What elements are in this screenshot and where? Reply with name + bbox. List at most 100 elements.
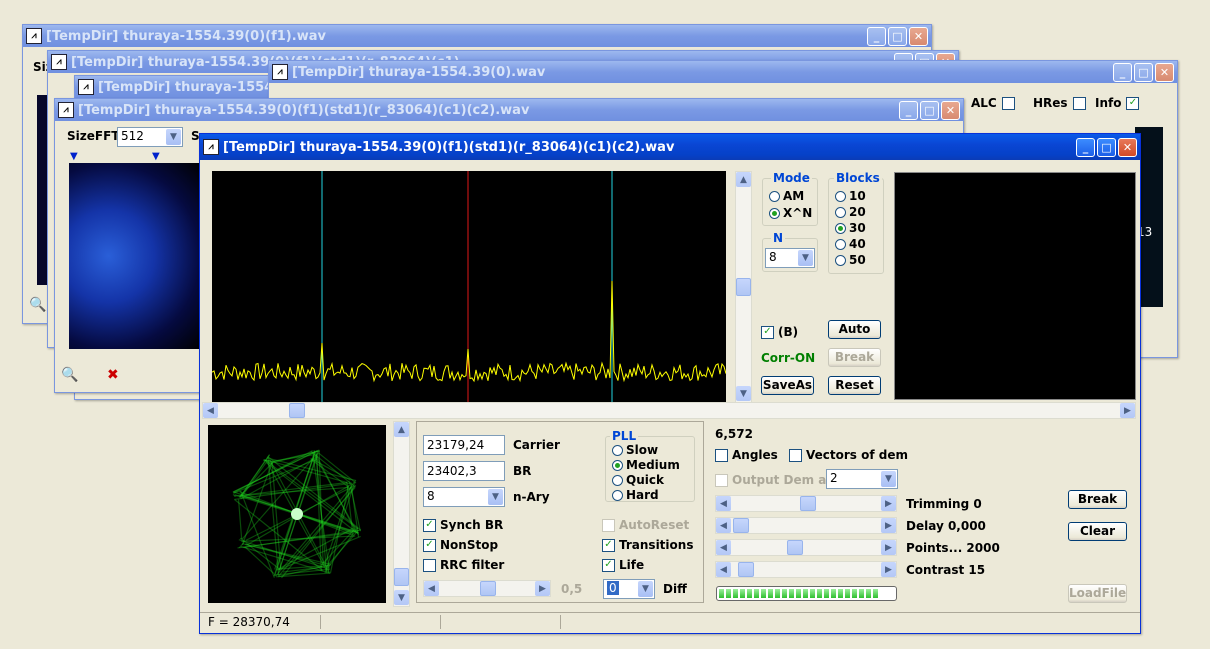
hres-checkbox[interactable]: HRes	[1033, 96, 1090, 110]
close-icon[interactable]: ✕	[1155, 62, 1174, 82]
marker-icon[interactable]: ▼	[152, 151, 160, 162]
reset-button[interactable]: Reset	[828, 376, 881, 395]
scroll-thumb[interactable]	[289, 403, 305, 418]
constellation-vscroll[interactable]: ▲ ▼	[393, 421, 410, 607]
alc-checkbox[interactable]: ALC	[971, 96, 1019, 110]
transitions-checkbox[interactable]: ✓ Transitions	[602, 538, 693, 552]
scroll-right-icon[interactable]: ▶	[881, 540, 896, 555]
scroll-left-icon[interactable]: ◀	[716, 496, 731, 511]
nonstop-checkbox[interactable]: ✓ NonStop	[423, 538, 498, 552]
titlebar[interactable]: ⩘ [TempDir] thuraya-1554.39(0).wav _ □ ✕	[269, 61, 1177, 83]
spectrum-vscroll[interactable]: ▲ ▼	[735, 171, 752, 403]
sizefft-select[interactable]: 512 ▼	[117, 127, 183, 147]
points-slider[interactable]: ◀ ▶	[715, 539, 897, 556]
close-icon[interactable]: ✕	[941, 100, 960, 120]
saveas-button[interactable]: SaveAs	[761, 376, 814, 395]
blocks-radio-50[interactable]: 50	[835, 253, 866, 267]
titlebar[interactable]: ⩘ [TempDir] thuraya-1554.39(0)(f1).wav _…	[23, 25, 931, 47]
scroll-left-icon[interactable]: ◀	[716, 540, 731, 555]
spectrum-view[interactable]	[211, 171, 727, 403]
minimize-icon[interactable]: _	[1113, 62, 1132, 82]
minimize-icon[interactable]: _	[867, 26, 886, 46]
br-input[interactable]: 23402,3	[423, 461, 505, 481]
auto-button[interactable]: Auto	[828, 320, 881, 339]
angles-checkbox[interactable]: Angles	[715, 448, 778, 462]
output-dem-checkbox[interactable]: Output Dem as	[715, 473, 834, 487]
mode-am-radio[interactable]: AM	[769, 189, 804, 203]
chevron-down-icon[interactable]: ▼	[638, 581, 653, 597]
delay-slider[interactable]: ◀ ▶	[715, 517, 897, 534]
clear-button[interactable]: Clear	[1068, 522, 1127, 541]
scroll-up-icon[interactable]: ▲	[394, 422, 409, 437]
rrc-slider[interactable]: ◀ ▶	[423, 580, 551, 597]
maximize-icon[interactable]: □	[920, 100, 939, 120]
chevron-down-icon[interactable]: ▼	[166, 129, 181, 145]
autoreset-checkbox[interactable]: AutoReset	[602, 518, 689, 532]
chevron-down-icon[interactable]: ▼	[798, 250, 813, 266]
titlebar[interactable]: ⩘ [TempDir] thuraya-1554.39(0)(f1)(std1)…	[55, 99, 963, 121]
scroll-down-icon[interactable]: ▼	[736, 386, 751, 401]
break-button[interactable]: Break	[1068, 490, 1127, 509]
scroll-thumb[interactable]	[394, 568, 409, 586]
maximize-icon[interactable]: □	[1097, 137, 1116, 157]
maximize-icon[interactable]: □	[888, 26, 907, 46]
blocks-radio-30[interactable]: 30	[835, 221, 866, 235]
nary-select[interactable]: 8 ▼	[423, 487, 505, 507]
contrast-slider[interactable]: ◀ ▶	[715, 561, 897, 578]
synch-br-checkbox[interactable]: ✓ Synch BR	[423, 518, 503, 532]
info-checkbox[interactable]: Info ✓	[1095, 96, 1143, 110]
close-icon[interactable]: ✕	[909, 26, 928, 46]
diff-select[interactable]: 0 ▼	[603, 579, 655, 599]
output-dem-select[interactable]: 2 ▼	[826, 469, 898, 489]
zoom-icon[interactable]: 🔍	[61, 367, 78, 383]
blocks-radio-40[interactable]: 40	[835, 237, 866, 251]
maximize-icon[interactable]: □	[1134, 62, 1153, 82]
life-checkbox[interactable]: ✓ Life	[602, 558, 644, 572]
scroll-thumb[interactable]	[736, 278, 751, 296]
zoom-icon[interactable]: 🔍	[29, 297, 46, 313]
scroll-left-icon[interactable]: ◀	[203, 403, 218, 418]
close-icon[interactable]: ✕	[1118, 137, 1137, 157]
progress-segment	[810, 589, 815, 598]
delete-icon[interactable]: ✖	[107, 367, 119, 383]
carrier-input[interactable]: 23179,24	[423, 435, 505, 455]
slider-thumb[interactable]	[733, 518, 749, 533]
break-top-button[interactable]: Break	[828, 348, 881, 367]
titlebar[interactable]: ⩘ [TempDir] thuraya-1554.39(0)(f1)(std1)…	[200, 134, 1140, 160]
scroll-right-icon[interactable]: ▶	[881, 496, 896, 511]
scroll-right-icon[interactable]: ▶	[535, 581, 550, 596]
slider-thumb[interactable]	[800, 496, 816, 511]
chevron-down-icon[interactable]: ▼	[881, 471, 896, 487]
scroll-right-icon[interactable]: ▶	[1120, 403, 1135, 418]
minimize-icon[interactable]: _	[1076, 137, 1095, 157]
checkbox-box	[715, 448, 728, 462]
spectrum-hscroll[interactable]: ◀ ▶	[202, 402, 1136, 419]
marker-icon[interactable]: ▼	[70, 151, 78, 162]
blocks-radio-20[interactable]: 20	[835, 205, 866, 219]
scroll-left-icon[interactable]: ◀	[716, 518, 731, 533]
pll-slow-radio[interactable]: Slow	[612, 443, 658, 457]
blocks-radio-10[interactable]: 10	[835, 189, 866, 203]
slider-thumb[interactable]	[787, 540, 803, 555]
pll-medium-radio[interactable]: Medium	[612, 458, 680, 472]
chevron-down-icon[interactable]: ▼	[488, 489, 503, 505]
pll-hard-radio[interactable]: Hard	[612, 488, 659, 502]
scroll-left-icon[interactable]: ◀	[716, 562, 731, 577]
slider-thumb[interactable]	[480, 581, 496, 596]
trimming-slider[interactable]: ◀ ▶	[715, 495, 897, 512]
scroll-down-icon[interactable]: ▼	[394, 590, 409, 605]
minimize-icon[interactable]: _	[899, 100, 918, 120]
main-window[interactable]: ⩘ [TempDir] thuraya-1554.39(0)(f1)(std1)…	[199, 133, 1141, 634]
scroll-right-icon[interactable]: ▶	[881, 562, 896, 577]
slider-thumb[interactable]	[738, 562, 754, 577]
scroll-left-icon[interactable]: ◀	[424, 581, 439, 596]
n-select[interactable]: 8 ▼	[765, 248, 815, 268]
vectors-checkbox[interactable]: Vectors of dem	[789, 448, 908, 462]
pll-quick-radio[interactable]: Quick	[612, 473, 664, 487]
scroll-up-icon[interactable]: ▲	[736, 172, 751, 187]
scroll-right-icon[interactable]: ▶	[881, 518, 896, 533]
mode-xn-radio[interactable]: X^N	[769, 206, 812, 220]
loadfile-button[interactable]: LoadFile	[1068, 584, 1127, 603]
rrc-filter-checkbox[interactable]: RRC filter	[423, 558, 504, 572]
b-checkbox[interactable]: ✓ (B)	[761, 325, 798, 339]
